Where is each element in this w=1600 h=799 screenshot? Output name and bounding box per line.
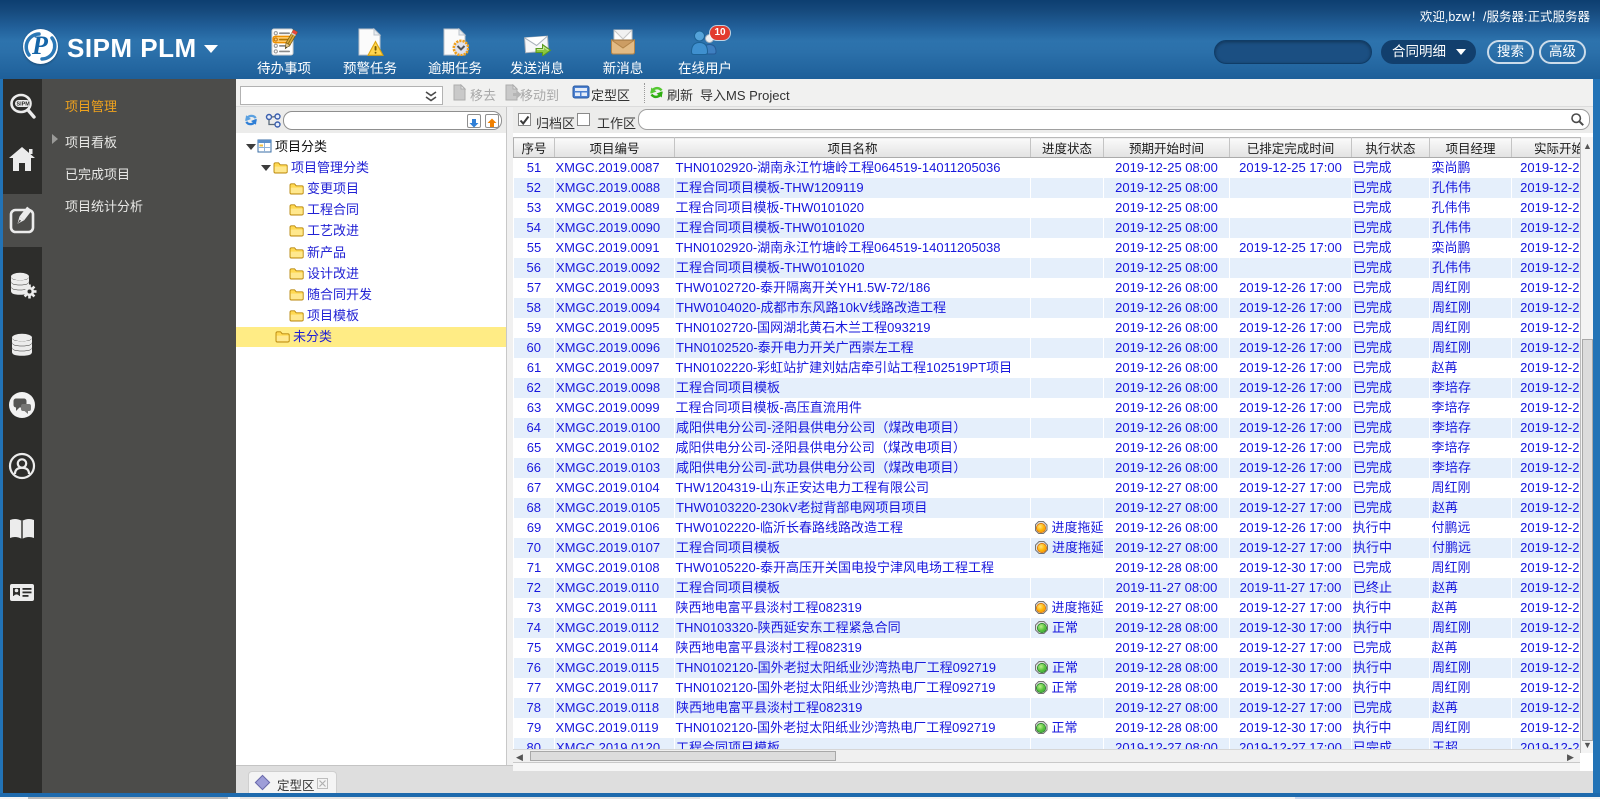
svg-text:SIPM: SIPM [17, 102, 31, 108]
